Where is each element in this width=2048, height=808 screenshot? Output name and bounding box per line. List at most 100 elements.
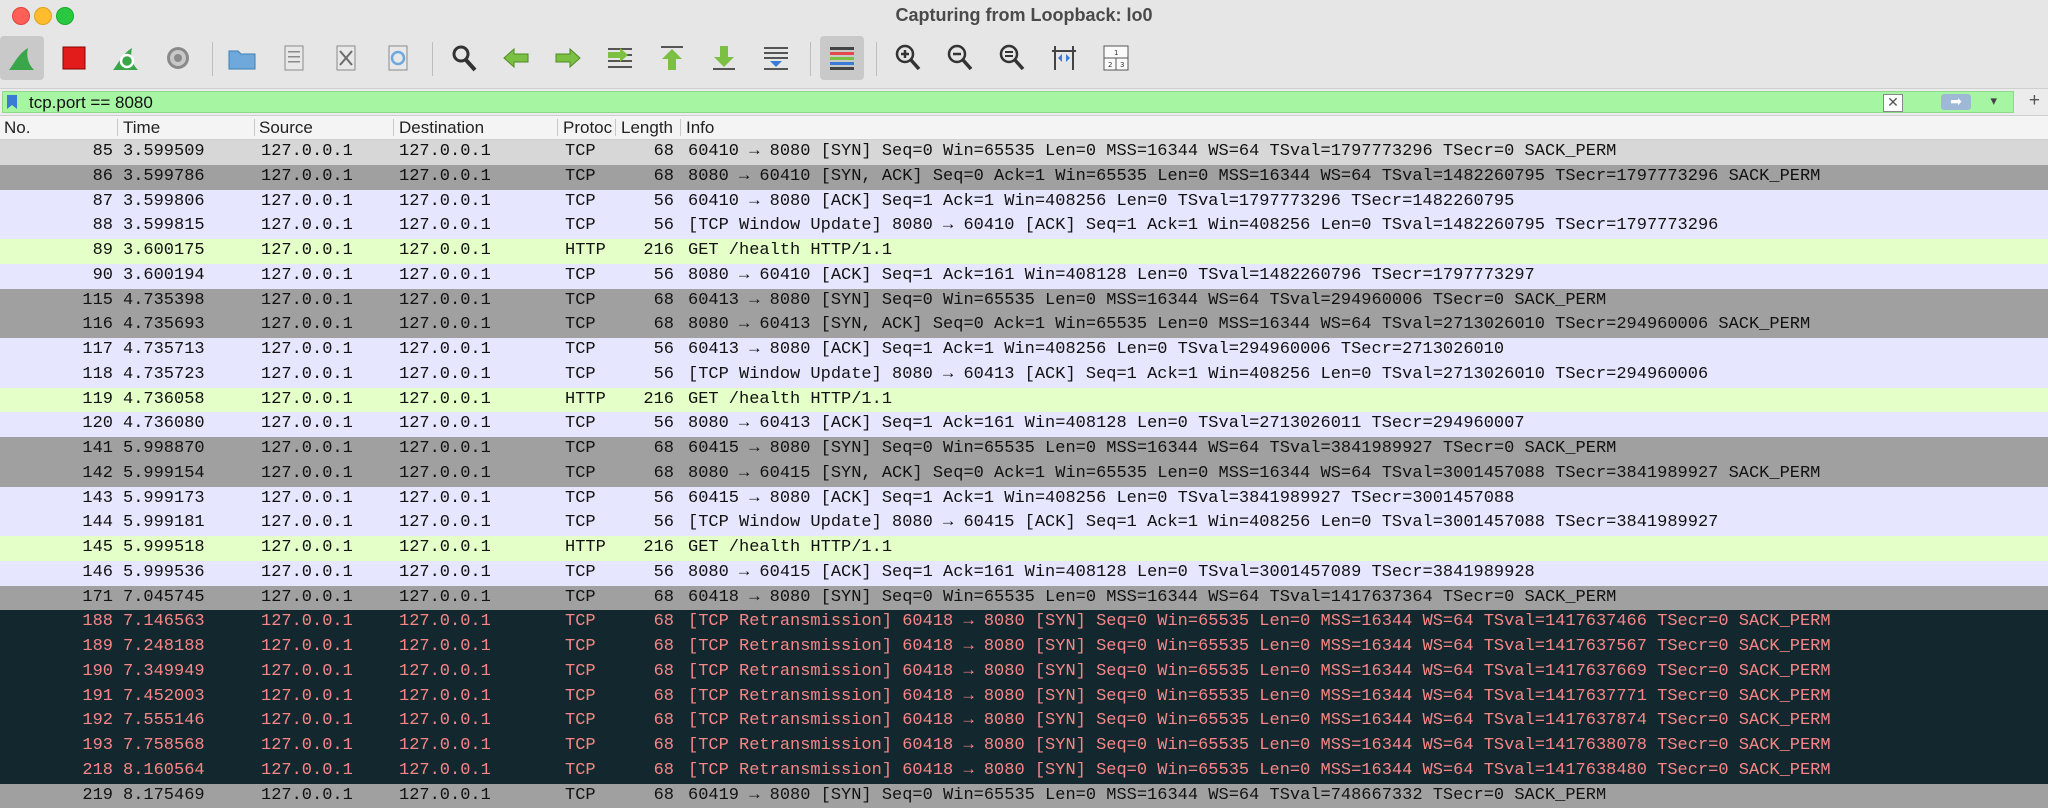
packet-row[interactable]: 1887.146563127.0.0.1127.0.0.1TCP68[TCP R… xyxy=(0,610,2048,635)
go-to-packet-button[interactable] xyxy=(598,36,642,80)
packet-number: 115 xyxy=(0,291,113,310)
add-filter-button[interactable]: + xyxy=(2029,90,2040,112)
bookmark-icon[interactable] xyxy=(5,94,19,110)
go-back-button[interactable] xyxy=(494,36,538,80)
go-first-packet-icon xyxy=(656,42,688,74)
packet-info: 8080 → 60415 [ACK] Seq=1 Ack=161 Win=408… xyxy=(688,563,2048,582)
packet-number: 146 xyxy=(0,563,113,582)
packet-source: 127.0.0.1 xyxy=(261,439,391,458)
autoscroll-button[interactable] xyxy=(754,36,798,80)
normal-size-button[interactable] xyxy=(990,36,1034,80)
packet-row[interactable]: 883.599815127.0.0.1127.0.0.1TCP56[TCP Wi… xyxy=(0,214,2048,239)
column-header-length[interactable]: Length xyxy=(621,118,677,138)
packet-destination: 127.0.0.1 xyxy=(399,761,549,780)
packet-destination: 127.0.0.1 xyxy=(399,365,549,384)
packet-length: 216 xyxy=(612,390,674,409)
packet-row[interactable]: 1917.452003127.0.0.1127.0.0.1TCP68[TCP R… xyxy=(0,685,2048,710)
packet-destination: 127.0.0.1 xyxy=(399,340,549,359)
column-header-source[interactable]: Source xyxy=(259,118,389,138)
stop-capture-icon xyxy=(58,42,90,74)
packet-time: 8.160564 xyxy=(123,761,253,780)
find-packet-button[interactable] xyxy=(442,36,486,80)
column-header-no[interactable]: No. xyxy=(4,118,104,138)
packet-number: 120 xyxy=(0,414,113,433)
column-header-protocol[interactable]: Protoc xyxy=(563,118,613,138)
packet-row[interactable]: 873.599806127.0.0.1127.0.0.1TCP5660410 →… xyxy=(0,190,2048,215)
packet-time: 4.736058 xyxy=(123,390,253,409)
go-forward-button[interactable] xyxy=(546,36,590,80)
packet-destination: 127.0.0.1 xyxy=(399,390,549,409)
packet-row[interactable]: 1194.736058127.0.0.1127.0.0.1HTTP216GET … xyxy=(0,388,2048,413)
packet-length: 68 xyxy=(612,761,674,780)
packet-time: 4.735693 xyxy=(123,315,253,334)
packet-row[interactable]: 1465.999536127.0.0.1127.0.0.1TCP568080 →… xyxy=(0,561,2048,586)
colorize-button[interactable] xyxy=(820,36,864,80)
go-last-packet-button[interactable] xyxy=(702,36,746,80)
packet-length: 68 xyxy=(612,736,674,755)
stop-capture-button[interactable] xyxy=(52,36,96,80)
save-file-button[interactable] xyxy=(272,36,316,80)
packet-row[interactable]: 1204.736080127.0.0.1127.0.0.1TCP568080 →… xyxy=(0,412,2048,437)
packet-row[interactable]: 1445.999181127.0.0.1127.0.0.1TCP56[TCP W… xyxy=(0,511,2048,536)
packet-time: 7.146563 xyxy=(123,612,253,631)
display-filter-bar: tcp.port == 8080 ✕ ➡ ▾ + xyxy=(0,89,2048,116)
packet-info: 8080 → 60413 [ACK] Seq=1 Ack=161 Win=408… xyxy=(688,414,2048,433)
chevron-down-icon[interactable]: ▾ xyxy=(1990,93,1997,109)
reload-file-button[interactable] xyxy=(376,36,420,80)
packet-destination: 127.0.0.1 xyxy=(399,291,549,310)
packet-info: 8080 → 60415 [SYN, ACK] Seq=0 Ack=1 Win=… xyxy=(688,464,2048,483)
capture-options-button[interactable] xyxy=(156,36,200,80)
column-header-destination[interactable]: Destination xyxy=(399,118,554,138)
packet-row[interactable]: 1164.735693127.0.0.1127.0.0.1TCP688080 →… xyxy=(0,313,2048,338)
packet-source: 127.0.0.1 xyxy=(261,315,391,334)
packet-length: 56 xyxy=(612,266,674,285)
packet-row[interactable]: 853.599509127.0.0.1127.0.0.1TCP6860410 →… xyxy=(0,140,2048,165)
packet-destination: 127.0.0.1 xyxy=(399,711,549,730)
packet-destination: 127.0.0.1 xyxy=(399,315,549,334)
packet-time: 5.999173 xyxy=(123,489,253,508)
packet-destination: 127.0.0.1 xyxy=(399,241,549,260)
zoom-in-button[interactable] xyxy=(886,36,930,80)
zoom-out-button[interactable] xyxy=(938,36,982,80)
packet-info: [TCP Window Update] 8080 → 60413 [ACK] S… xyxy=(688,365,2048,384)
packet-number: 90 xyxy=(0,266,113,285)
packet-row[interactable]: 2188.160564127.0.0.1127.0.0.1TCP68[TCP R… xyxy=(0,759,2048,784)
apply-filter-icon[interactable]: ➡ xyxy=(1941,94,1971,110)
packet-row[interactable]: 1435.999173127.0.0.1127.0.0.1TCP5660415 … xyxy=(0,487,2048,512)
packet-row[interactable]: 1174.735713127.0.0.1127.0.0.1TCP5660413 … xyxy=(0,338,2048,363)
open-file-button[interactable] xyxy=(220,36,264,80)
packet-destination: 127.0.0.1 xyxy=(399,588,549,607)
packet-source: 127.0.0.1 xyxy=(261,291,391,310)
packet-row[interactable]: 893.600175127.0.0.1127.0.0.1HTTP216GET /… xyxy=(0,239,2048,264)
packet-row[interactable]: 903.600194127.0.0.1127.0.0.1TCP568080 → … xyxy=(0,264,2048,289)
go-first-packet-button[interactable] xyxy=(650,36,694,80)
display-filter-text[interactable]: tcp.port == 8080 xyxy=(29,93,153,113)
packet-time: 4.735723 xyxy=(123,365,253,384)
close-file-button[interactable] xyxy=(324,36,368,80)
column-header-info[interactable]: Info xyxy=(686,118,1986,138)
packet-row[interactable]: 1425.999154127.0.0.1127.0.0.1TCP688080 →… xyxy=(0,462,2048,487)
packet-row[interactable]: 1415.998870127.0.0.1127.0.0.1TCP6860415 … xyxy=(0,437,2048,462)
clear-filter-icon[interactable]: ✕ xyxy=(1883,94,1903,112)
packet-row[interactable]: 1937.758568127.0.0.1127.0.0.1TCP68[TCP R… xyxy=(0,734,2048,759)
packet-row[interactable]: 1717.045745127.0.0.1127.0.0.1TCP6860418 … xyxy=(0,586,2048,611)
packet-row[interactable]: 1154.735398127.0.0.1127.0.0.1TCP6860413 … xyxy=(0,289,2048,314)
packet-row[interactable]: 1927.555146127.0.0.1127.0.0.1TCP68[TCP R… xyxy=(0,709,2048,734)
column-header-time[interactable]: Time xyxy=(123,118,253,138)
packet-row[interactable]: 1907.349949127.0.0.1127.0.0.1TCP68[TCP R… xyxy=(0,660,2048,685)
display-filter-input[interactable]: tcp.port == 8080 ✕ ➡ ▾ xyxy=(2,91,2014,113)
layout-button[interactable]: 123 xyxy=(1094,36,1138,80)
packet-row[interactable]: 1184.735723127.0.0.1127.0.0.1TCP56[TCP W… xyxy=(0,363,2048,388)
packet-destination: 127.0.0.1 xyxy=(399,637,549,656)
packet-length: 56 xyxy=(612,489,674,508)
packet-source: 127.0.0.1 xyxy=(261,464,391,483)
start-capture-button[interactable] xyxy=(0,36,44,80)
packet-number: 219 xyxy=(0,786,113,805)
resize-columns-button[interactable] xyxy=(1042,36,1086,80)
packet-row[interactable]: 863.599786127.0.0.1127.0.0.1TCP688080 → … xyxy=(0,165,2048,190)
packet-row[interactable]: 1455.999518127.0.0.1127.0.0.1HTTP216GET … xyxy=(0,536,2048,561)
packet-row[interactable]: 1897.248188127.0.0.1127.0.0.1TCP68[TCP R… xyxy=(0,635,2048,660)
packet-time: 7.248188 xyxy=(123,637,253,656)
restart-capture-button[interactable] xyxy=(104,36,148,80)
packet-row[interactable]: 2198.175469127.0.0.1127.0.0.1TCP6860419 … xyxy=(0,784,2048,808)
